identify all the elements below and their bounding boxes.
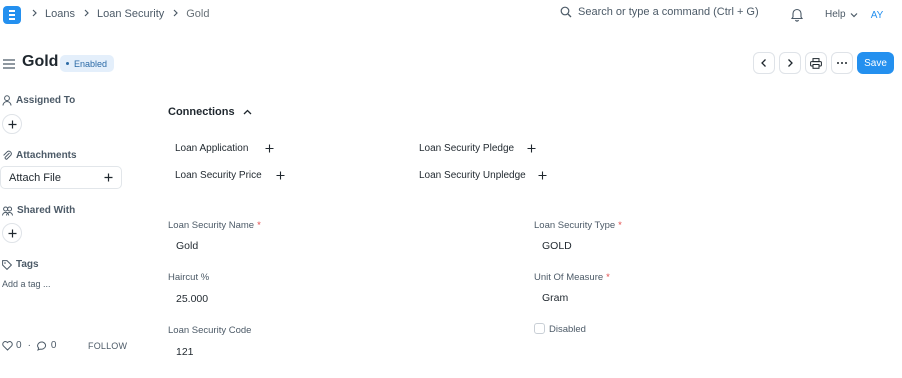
add-tag-link[interactable]: Add a tag ... — [2, 279, 51, 289]
plus-icon — [8, 120, 16, 128]
shared-with-heading: Shared With — [2, 205, 75, 216]
field-label-text: Loan Security Name — [168, 220, 255, 231]
loan-security-type-label: Loan Security Type * — [534, 220, 622, 231]
attachments-heading: Attachments — [2, 150, 77, 161]
loan-security-code-label: Loan Security Code — [168, 325, 252, 336]
connection-label: Loan Security Price — [175, 170, 262, 181]
printer-icon — [810, 57, 822, 69]
more-options-button[interactable] — [831, 52, 853, 74]
help-label: Help — [825, 9, 846, 20]
search-bar[interactable]: Search or type a command (Ctrl + G) — [560, 6, 759, 18]
search-icon — [560, 6, 572, 18]
chevron-right-icon — [788, 59, 793, 67]
users-icon — [2, 206, 13, 216]
connection-loan-security-unpledge[interactable]: Loan Security Unpledge — [419, 170, 547, 181]
breadcrumb-loans[interactable]: Loans — [45, 8, 75, 20]
plus-icon[interactable] — [265, 144, 274, 153]
follow-button[interactable]: FOLLOW — [88, 341, 127, 351]
haircut-field[interactable]: 25.000 — [176, 293, 208, 305]
connection-loan-security-price[interactable]: Loan Security Price — [175, 170, 285, 181]
disabled-checkbox[interactable] — [534, 323, 545, 334]
next-button[interactable] — [779, 52, 801, 74]
app-logo[interactable] — [3, 6, 21, 24]
separator-dot: · — [27, 340, 31, 351]
tag-icon — [2, 259, 12, 270]
avatar[interactable]: AY — [866, 4, 888, 26]
user-icon — [2, 95, 12, 106]
chevron-left-icon — [761, 59, 766, 67]
required-marker: * — [618, 220, 622, 231]
breadcrumb-loan-security[interactable]: Loan Security — [97, 8, 164, 20]
field-label-text: Unit Of Measure — [534, 272, 604, 283]
help-dropdown[interactable]: Help — [825, 9, 858, 20]
attachments-label: Attachments — [16, 150, 77, 161]
comments-count: 0 — [50, 340, 57, 351]
haircut-label: Haircut % — [168, 272, 210, 283]
shared-with-label: Shared With — [17, 205, 76, 216]
comment-icon[interactable] — [37, 340, 48, 351]
connections-section-toggle[interactable]: Connections — [168, 106, 252, 118]
plus-icon[interactable] — [538, 171, 547, 180]
disabled-checkbox-label[interactable]: Disabled — [549, 324, 586, 335]
chevron-up-icon — [243, 109, 252, 115]
unit-of-measure-label: Unit Of Measure * — [534, 272, 610, 283]
chevron-right-icon — [31, 8, 38, 20]
plus-icon — [104, 173, 113, 182]
required-marker: * — [257, 220, 261, 231]
page-title: Gold — [22, 53, 59, 70]
connection-label: Loan Application — [175, 143, 249, 154]
bell-icon[interactable] — [790, 7, 804, 25]
connection-loan-security-pledge[interactable]: Loan Security Pledge — [419, 143, 536, 154]
navbar: Loans Loan Security Gold Search or type … — [0, 0, 902, 30]
status-badge: Enabled — [60, 55, 115, 72]
unit-of-measure-field[interactable]: Gram — [542, 292, 568, 304]
plus-icon[interactable] — [527, 144, 536, 153]
chevron-right-icon — [83, 8, 90, 20]
add-assignee-button[interactable] — [2, 114, 22, 134]
loan-security-code-field[interactable]: 121 — [176, 346, 194, 358]
engagement-stats: 0 · 0 — [2, 340, 60, 351]
loan-security-type-field[interactable]: GOLD — [542, 240, 572, 252]
connections-title: Connections — [168, 106, 235, 118]
connection-loan-application[interactable]: Loan Application — [175, 143, 274, 154]
loan-security-name-label: Loan Security Name * — [168, 220, 261, 231]
sidebar-toggle-icon[interactable] — [3, 57, 15, 72]
plus-icon — [8, 229, 16, 237]
assigned-to-heading: Assigned To — [2, 95, 75, 106]
plus-icon[interactable] — [276, 171, 285, 180]
heart-icon[interactable] — [2, 340, 13, 351]
save-button[interactable]: Save — [857, 52, 894, 74]
add-share-button[interactable] — [2, 223, 22, 243]
tags-label: Tags — [16, 259, 39, 270]
assigned-to-label: Assigned To — [16, 95, 76, 106]
attach-file-label: Attach File — [9, 171, 61, 184]
attach-file-button[interactable]: Attach File — [0, 166, 122, 189]
loan-security-name-field[interactable]: Gold — [176, 240, 198, 252]
previous-button[interactable] — [753, 52, 775, 74]
breadcrumb: Loans Loan Security Gold — [28, 8, 210, 20]
status-dot — [66, 62, 69, 65]
required-marker: * — [606, 272, 610, 283]
avatar-initials: AY — [870, 9, 884, 21]
print-button[interactable] — [805, 52, 827, 74]
field-label-text: Loan Security Type — [534, 220, 616, 231]
chevron-right-icon — [172, 8, 179, 20]
connection-label: Loan Security Pledge — [419, 143, 515, 154]
connection-label: Loan Security Unpledge — [419, 170, 526, 181]
more-horizontal-icon — [837, 62, 847, 64]
tags-heading: Tags — [2, 259, 39, 270]
status-badge-label: Enabled — [74, 58, 108, 69]
breadcrumb-current: Gold — [186, 8, 210, 20]
search-placeholder: Search or type a command (Ctrl + G) — [578, 6, 759, 18]
likes-count: 0 — [16, 340, 22, 351]
paperclip-icon — [3, 150, 12, 160]
chevron-down-icon — [850, 12, 858, 17]
